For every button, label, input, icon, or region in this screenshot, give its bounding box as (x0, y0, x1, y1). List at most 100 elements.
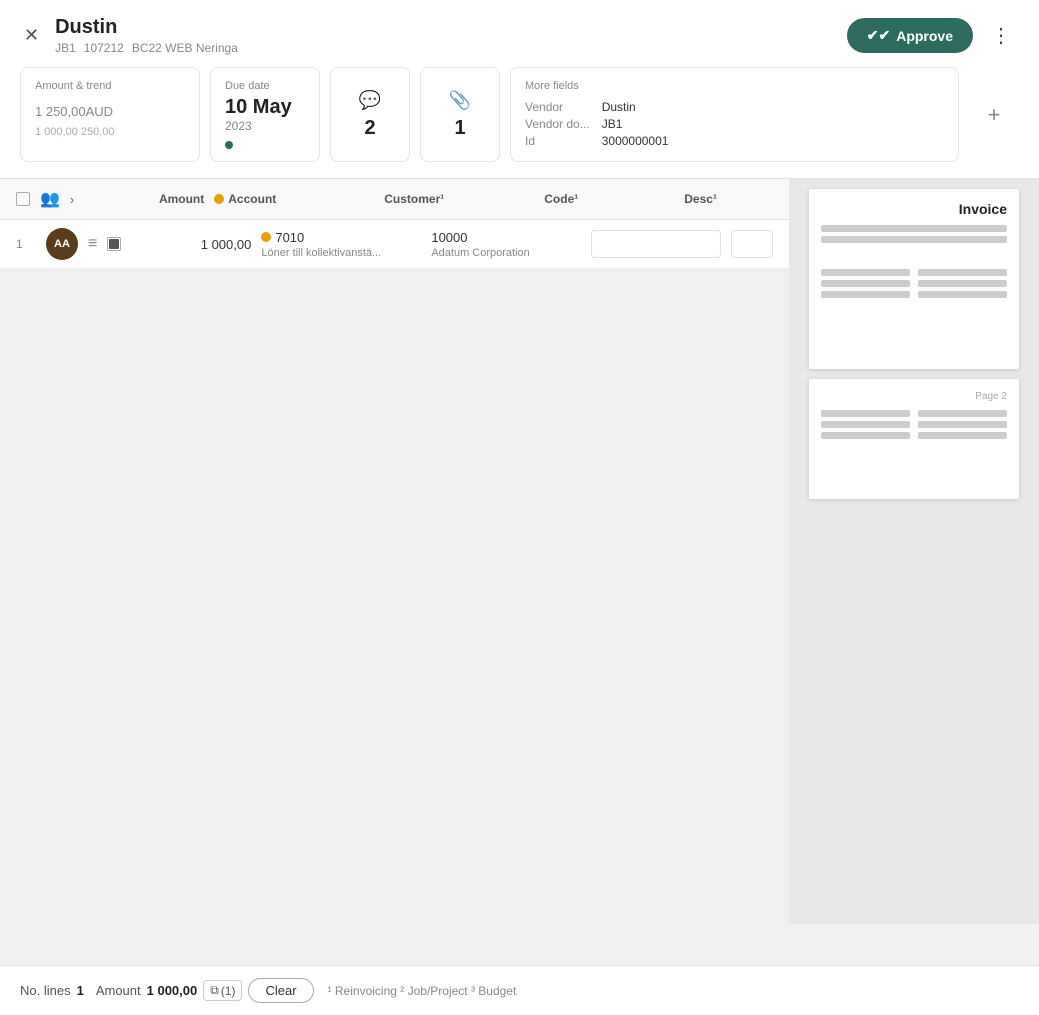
invoice-line (821, 421, 910, 428)
invoice-preview-panel: Invoice Pa (789, 179, 1039, 924)
comments-count: 2 (364, 117, 375, 140)
row-number: 1 (16, 237, 36, 251)
attachment-icon: 📎 (449, 90, 471, 111)
avatar: AA (46, 228, 78, 260)
page-2-label: Page 2 (821, 391, 1007, 402)
vendor-name: Dustin (55, 16, 238, 39)
amount-label: Amount & trend (35, 80, 185, 92)
check-icon: ✔✔ (867, 27, 890, 44)
account-name: Löner till kollektivanstä... (261, 247, 421, 259)
amount-value: 1 000,00 (147, 983, 198, 998)
approve-button[interactable]: ✔✔ Approve (847, 18, 973, 53)
more-options-button[interactable]: ⋮ (983, 19, 1019, 52)
col-header-code: Code¹ (544, 192, 674, 206)
field-key-id: Id (525, 134, 590, 148)
vendor-meta: JB1 107212 BC22 WEB Neringa (55, 41, 238, 55)
amount-card: Amount & trend 1 250,00AUD 1 000,00 250,… (20, 67, 200, 162)
invoice-lines-p2 (821, 410, 1007, 439)
invoice-line (821, 410, 910, 417)
table-header: 👥 › Amount Account Customer¹ Code¹ Desc¹ (0, 179, 789, 220)
more-fields-label: More fields (525, 80, 944, 92)
expand-icon[interactable]: › (70, 192, 74, 207)
amount-label: Amount (96, 983, 141, 998)
invoice-page-1: Invoice (809, 189, 1019, 369)
amount-currency: AUD (86, 104, 113, 119)
invoice-line (918, 410, 1007, 417)
invoice-lines-1 (821, 225, 1007, 243)
invoice-line (821, 291, 910, 298)
row-amount: 1 000,00 (131, 237, 251, 252)
row-account: 7010 Löner till kollektivanstä... (261, 230, 421, 259)
invoice-title: Invoice (821, 201, 1007, 217)
table-section: 👥 › Amount Account Customer¹ Code¹ Desc¹… (0, 179, 789, 924)
group-icon: 👥 (40, 189, 60, 209)
footer-note: ¹ Reinvoicing ² Job/Project ³ Budget (328, 984, 517, 998)
due-date-year: 2023 (225, 119, 305, 133)
clear-button[interactable]: Clear (248, 978, 313, 1003)
desc-input[interactable] (731, 230, 773, 258)
header-actions: ✔✔ Approve ⋮ (847, 18, 1019, 53)
amount-value: 1 250,00AUD (35, 96, 185, 122)
due-date-label: Due date (225, 80, 305, 92)
row-code (591, 230, 721, 258)
date-indicator (225, 141, 233, 149)
no-lines-label: No. lines (20, 983, 71, 998)
invoice-line (821, 236, 1007, 243)
col-header-desc: Desc¹ (684, 192, 773, 206)
invoice-line (821, 269, 910, 276)
plus-icon: + (988, 102, 1001, 128)
field-key-vendor: Vendor (525, 100, 590, 114)
close-button[interactable]: ✕ (20, 21, 43, 50)
due-date-main: 10 May (225, 96, 305, 119)
col-header-account: Account (214, 192, 374, 206)
field-val-id: 3000000001 (602, 134, 944, 148)
copy-button[interactable]: ⧉ (1) (203, 980, 242, 1001)
attachments-card[interactable]: 📎 1 (420, 67, 500, 162)
row-customer: 10000 Adatum Corporation (431, 230, 581, 259)
table-row-inner: 1 AA ≡ 1 000,00 7010 Löner till kollekti… (0, 220, 789, 268)
comment-icon: 💬 (359, 90, 381, 111)
invoice-line (918, 280, 1007, 287)
invoice-line (918, 421, 1007, 428)
invoice-line (821, 225, 1007, 232)
meta-id: 107212 (84, 41, 124, 55)
customer-name: Adatum Corporation (431, 247, 581, 259)
invoice-line (918, 432, 1007, 439)
field-val-vendor: Dustin (602, 100, 944, 114)
account-number: 7010 (261, 230, 421, 245)
due-date-card: Due date 10 May 2023 (210, 67, 320, 162)
meta-jb1: JB1 (55, 41, 76, 55)
more-fields-card: More fields Vendor Dustin Vendor do... J… (510, 67, 959, 162)
row-checkbox[interactable] (107, 237, 121, 251)
more-fields-grid: Vendor Dustin Vendor do... JB1 Id 300000… (525, 100, 944, 148)
table-row: 1 AA ≡ 1 000,00 7010 Löner till kollekti… (0, 220, 789, 269)
row-menu-icon[interactable]: ≡ (88, 235, 97, 253)
invoice-line (918, 269, 1007, 276)
no-lines-value: 1 (77, 983, 84, 998)
main-area: 👥 › Amount Account Customer¹ Code¹ Desc¹… (0, 179, 1039, 924)
customer-number: 10000 (431, 230, 581, 245)
cards-row: Amount & trend 1 250,00AUD 1 000,00 250,… (20, 67, 1019, 178)
row-checkbox-inner (109, 239, 119, 249)
invoice-line (918, 291, 1007, 298)
footer-bar: No. lines 1 Amount 1 000,00 ⧉ (1) Clear … (0, 965, 1039, 1015)
add-field-button[interactable]: + (969, 67, 1019, 162)
attachments-count: 1 (454, 117, 465, 140)
approve-label: Approve (896, 28, 953, 44)
comments-card[interactable]: 💬 2 (330, 67, 410, 162)
copy-icon: ⧉ (210, 983, 219, 998)
col-header-customer: Customer¹ (384, 192, 534, 206)
amount-sub: 1 000,00 250,00 (35, 126, 185, 138)
code-input[interactable] (591, 230, 721, 258)
field-val-vendor-do: JB1 (602, 117, 944, 131)
select-all-checkbox[interactable] (16, 192, 30, 206)
account-dot-row (261, 232, 271, 242)
invoice-line (821, 280, 910, 287)
invoice-line (821, 432, 910, 439)
vendor-info: Dustin JB1 107212 BC22 WEB Neringa (55, 16, 238, 55)
copy-count: (1) (221, 984, 236, 998)
field-key-vendor-do: Vendor do... (525, 117, 590, 131)
col-header-amount: Amount (84, 192, 204, 206)
row-desc (731, 230, 773, 258)
invoice-lines-2 (821, 269, 1007, 298)
